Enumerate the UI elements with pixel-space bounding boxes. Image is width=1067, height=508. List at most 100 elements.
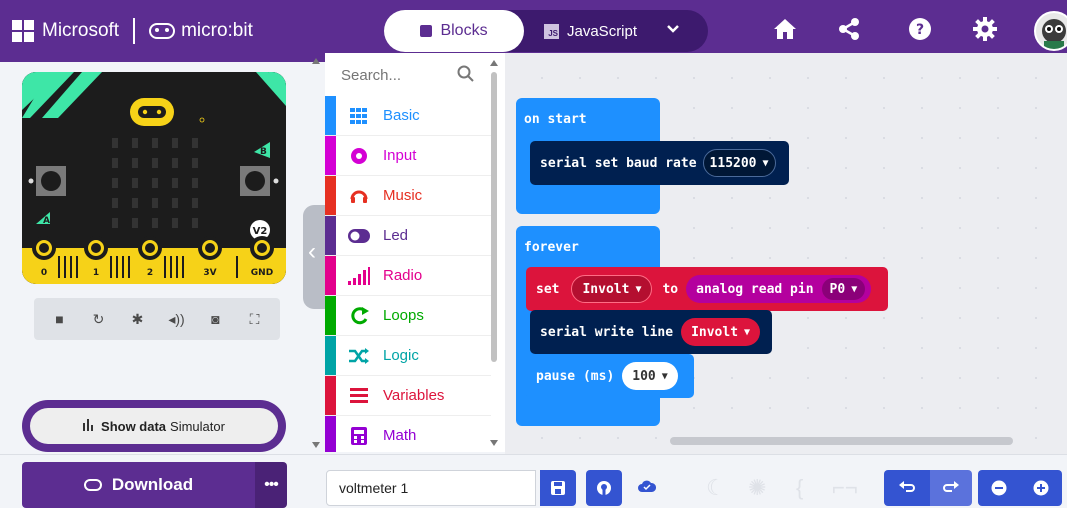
- more-options-button[interactable]: •••: [255, 462, 287, 508]
- pause-block[interactable]: pause (ms) 100 ▼: [526, 354, 694, 398]
- dropdown-arrow-icon: ▼: [762, 157, 769, 169]
- collapse-simulator-handle[interactable]: [303, 205, 325, 309]
- category-label: Basic: [383, 107, 420, 124]
- show-data-inner: Show data Simulator: [30, 408, 278, 444]
- toolbox-category-math[interactable]: Math: [325, 416, 491, 452]
- user-avatar[interactable]: [1034, 11, 1067, 51]
- pause-label: pause (ms): [536, 368, 615, 384]
- forever-label: forever: [524, 240, 579, 255]
- calculator-icon: [347, 426, 371, 446]
- redo-button[interactable]: [930, 470, 972, 506]
- blocks-decoration-icon: ⌐¬: [832, 475, 858, 500]
- download-label: Download: [111, 475, 194, 494]
- zoom-out-button[interactable]: [978, 470, 1020, 506]
- toolbox-category-logic[interactable]: Logic: [325, 336, 491, 376]
- toolbox-category-basic[interactable]: Basic: [325, 96, 491, 136]
- workspace-horizontal-scrollbar[interactable]: [670, 437, 1013, 445]
- set-variable-block[interactable]: set Involt ▼ to analog read pin P0 ▼: [526, 267, 888, 311]
- set-variable-value: Involt: [582, 281, 630, 297]
- on-start-label: on start: [524, 112, 587, 127]
- sim-scroll-down-icon[interactable]: [312, 442, 320, 448]
- pin-label: 1: [93, 268, 99, 278]
- button-b-label: B: [260, 147, 267, 157]
- tab-javascript[interactable]: JS JavaScript: [544, 10, 637, 52]
- toolbox-scroll-up-icon[interactable]: [490, 60, 498, 66]
- zoom-in-button[interactable]: [1020, 470, 1062, 506]
- brace-decoration-icon: {: [796, 475, 804, 500]
- to-label: to: [662, 281, 679, 297]
- stop-icon[interactable]: ■: [46, 305, 74, 333]
- toolbox: Basic Input Music Led Radio Loops Logi: [325, 53, 505, 452]
- pin-dropdown[interactable]: P0 ▼: [821, 278, 866, 300]
- editor-footer: Download ••• ☾ ✺ { ⌐¬: [0, 454, 1067, 508]
- search-icon[interactable]: [457, 65, 475, 88]
- sim-scroll-up-icon[interactable]: [312, 58, 320, 64]
- blocks-workspace[interactable]: on start serial set baud rate 115200 ▼ f…: [505, 53, 1067, 454]
- baud-rate-value: 115200: [709, 155, 757, 171]
- toolbox-category-variables[interactable]: Variables: [325, 376, 491, 416]
- toggle-icon: [347, 226, 371, 246]
- save-button[interactable]: [540, 470, 576, 506]
- serial-set-baud-rate-block[interactable]: serial set baud rate 115200 ▼: [530, 141, 789, 185]
- help-icon[interactable]: ?: [906, 17, 934, 45]
- shuffle-icon: [347, 346, 371, 366]
- toolbox-category-radio[interactable]: Radio: [325, 256, 491, 296]
- write-variable-value: Involt: [691, 324, 739, 340]
- toolbox-category-input[interactable]: Input: [325, 136, 491, 176]
- category-label: Input: [383, 147, 417, 164]
- toolbox-scrollbar[interactable]: [491, 72, 497, 362]
- analog-read-pin-block[interactable]: analog read pin P0 ▼: [686, 275, 872, 303]
- undo-icon: [899, 481, 915, 492]
- signal-icon: [347, 266, 371, 286]
- share-icon[interactable]: [835, 17, 863, 45]
- pin-value: P0: [829, 281, 846, 297]
- serial-write-line-block[interactable]: serial write line Involt ▼: [530, 310, 772, 354]
- baud-rate-dropdown[interactable]: 115200 ▼: [702, 149, 776, 177]
- tab-javascript-label: JavaScript: [567, 22, 638, 40]
- chevron-down-icon[interactable]: [666, 22, 680, 39]
- serial-baud-label: serial set baud rate: [540, 155, 697, 171]
- set-variable-dropdown[interactable]: Involt ▼: [571, 275, 653, 303]
- mute-icon[interactable]: ◂)): [163, 305, 191, 333]
- pin-label: 2: [147, 268, 153, 278]
- category-label: Loops: [383, 307, 424, 324]
- toolbox-category-led[interactable]: Led: [325, 216, 491, 256]
- moon-decoration-icon: ☾: [706, 475, 726, 500]
- version-badge: V2: [253, 226, 268, 237]
- simulator-controls: ■ ↻ ✱ ◂)) ◙ ⛶: [34, 298, 280, 340]
- show-data-simulator-button[interactable]: Show data Simulator: [22, 400, 286, 452]
- tab-blocks[interactable]: Blocks: [384, 10, 524, 52]
- pin-label: 3V: [203, 268, 216, 278]
- pause-value-dropdown[interactable]: 100 ▼: [622, 362, 678, 390]
- microsoft-logo-icon: [12, 20, 34, 42]
- brand[interactable]: Microsoft micro:bit: [12, 18, 253, 44]
- toolbox-scroll-down-icon[interactable]: [490, 440, 498, 446]
- toolbox-category-music[interactable]: Music: [325, 176, 491, 216]
- home-icon[interactable]: [771, 17, 799, 45]
- pin-label: GND: [251, 268, 273, 278]
- dropdown-arrow-icon: ▼: [661, 370, 668, 382]
- project-name-input[interactable]: [326, 470, 536, 506]
- dropdown-arrow-icon: ▼: [851, 283, 858, 295]
- microbit-logo-icon: [149, 23, 176, 39]
- debug-icon[interactable]: ✱: [124, 305, 152, 333]
- write-variable-block[interactable]: Involt ▼: [681, 318, 761, 346]
- settings-icon[interactable]: [971, 17, 999, 45]
- tab-blocks-label: Blocks: [440, 22, 488, 39]
- github-button[interactable]: [586, 470, 622, 506]
- microbit-download-icon: [83, 479, 102, 491]
- editor-mode-switch: Blocks JS JavaScript: [384, 10, 708, 52]
- undo-button[interactable]: [884, 470, 930, 506]
- show-data-label: Show data: [101, 418, 167, 434]
- dropdown-arrow-icon: ▼: [744, 326, 751, 338]
- toolbox-category-loops[interactable]: Loops: [325, 296, 491, 336]
- button-a-label: A: [43, 216, 50, 226]
- fullscreen-icon[interactable]: ⛶: [241, 305, 269, 333]
- download-button[interactable]: Download: [22, 462, 255, 508]
- category-label: Math: [383, 427, 417, 444]
- headphones-icon: [347, 186, 371, 206]
- restart-icon[interactable]: ↻: [85, 305, 113, 333]
- zoom-out-icon: [991, 480, 1007, 496]
- puzzle-icon: [420, 25, 433, 37]
- screenshot-icon[interactable]: ◙: [202, 305, 230, 333]
